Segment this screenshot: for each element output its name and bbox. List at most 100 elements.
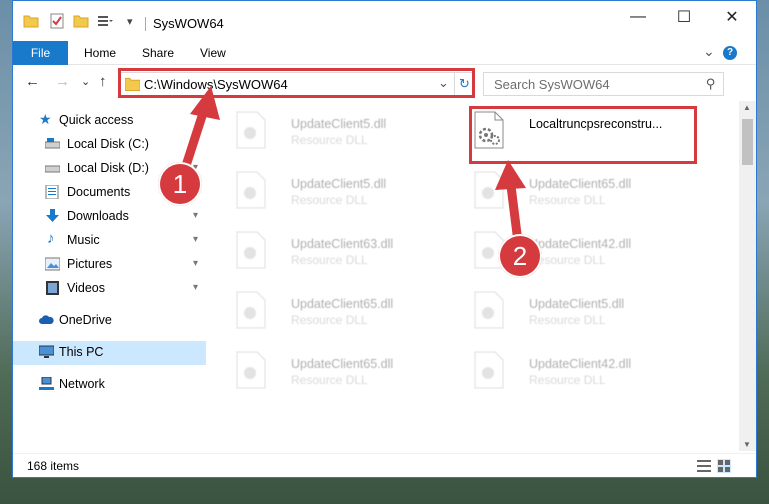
sidebar-item-label: OneDrive bbox=[59, 313, 112, 327]
sidebar-item-local-disk-c[interactable]: Local Disk (C:) ▾ bbox=[13, 133, 206, 155]
pictures-icon bbox=[45, 257, 60, 271]
dll-file-icon bbox=[236, 291, 266, 329]
sidebar-item-quick-access[interactable]: ★ Quick access bbox=[13, 109, 206, 131]
forward-button[interactable]: → bbox=[55, 73, 70, 90]
search-input[interactable]: Search SysWOW64 bbox=[494, 77, 610, 92]
dll-file-icon bbox=[236, 171, 266, 209]
scrollbar-thumb[interactable] bbox=[742, 119, 753, 165]
file-type: Resource DLL bbox=[291, 373, 368, 387]
file-item[interactable]: UpdateClient5.dll Resource DLL bbox=[456, 287, 676, 337]
sidebar-item-network[interactable]: Network bbox=[13, 373, 206, 395]
file-item[interactable]: UpdateClient42.dll Resource DLL bbox=[456, 227, 676, 277]
sidebar-item-label: Network bbox=[59, 377, 105, 391]
sidebar-item-music[interactable]: ♪ Music ▾ bbox=[13, 229, 206, 251]
close-button[interactable]: ✕ bbox=[707, 1, 757, 33]
file-type: Resource DLL bbox=[291, 253, 368, 267]
music-icon: ♪ bbox=[47, 230, 55, 247]
tab-view[interactable]: View bbox=[200, 41, 226, 65]
sidebar-item-videos[interactable]: Videos ▾ bbox=[13, 277, 206, 299]
file-type: Resource DLL bbox=[529, 373, 606, 387]
sidebar-item-label: Pictures bbox=[67, 257, 113, 271]
folder-icon[interactable] bbox=[23, 13, 39, 29]
sidebar-item-onedrive[interactable]: OneDrive bbox=[13, 309, 206, 331]
maximize-button[interactable]: ☐ bbox=[659, 1, 709, 33]
sidebar-item-label: This PC bbox=[59, 345, 104, 359]
customize-toolbar-dropdown[interactable]: ▾ bbox=[127, 15, 133, 28]
dll-file-icon bbox=[474, 171, 504, 209]
pin-icon: ▾ bbox=[193, 258, 199, 269]
file-item[interactable]: UpdateClient42.dll Resource DLL bbox=[456, 347, 676, 397]
title-separator bbox=[145, 17, 146, 31]
sidebar-item-this-pc[interactable]: This PC bbox=[13, 341, 206, 365]
network-icon bbox=[39, 377, 54, 390]
dll-file-icon bbox=[236, 111, 266, 149]
search-icon[interactable]: ⚲ bbox=[706, 76, 716, 92]
file-name: UpdateClient5.dll bbox=[291, 117, 387, 131]
documents-icon bbox=[45, 185, 59, 199]
status-bar: 168 items bbox=[13, 453, 756, 477]
navigation-pane: ★ Quick access Local Disk (C:) ▾ Local D… bbox=[13, 101, 206, 451]
minimize-button[interactable]: — bbox=[613, 1, 663, 33]
file-name: UpdateClient65.dll bbox=[529, 177, 632, 191]
file-item[interactable]: UpdateClient65.dll Resource DLL bbox=[218, 347, 438, 397]
tab-share[interactable]: Share bbox=[142, 41, 174, 65]
properties-icon[interactable] bbox=[49, 13, 65, 29]
step-1-badge: 1 bbox=[158, 162, 202, 206]
vertical-scrollbar[interactable]: ▲ ▼ bbox=[739, 101, 756, 451]
ribbon-tabs: File Home Share View ⌄ ? bbox=[13, 41, 756, 65]
file-item[interactable]: UpdateClient5.dll Resource DLL bbox=[218, 107, 438, 157]
new-folder-icon[interactable] bbox=[73, 13, 89, 29]
file-item[interactable]: UpdateClient65.dll Resource DLL bbox=[218, 287, 438, 337]
sidebar-item-label: Videos bbox=[67, 281, 105, 295]
sidebar-item-label: Downloads bbox=[67, 209, 129, 223]
tab-home[interactable]: Home bbox=[84, 41, 116, 65]
dll-file-icon bbox=[474, 291, 504, 329]
details-view-icon[interactable] bbox=[697, 459, 711, 473]
pin-icon: ▾ bbox=[193, 138, 199, 149]
file-name: UpdateClient65.dll bbox=[291, 357, 394, 371]
file-type: Resource DLL bbox=[291, 313, 368, 327]
back-button[interactable]: ← bbox=[25, 73, 40, 90]
large-icons-view-icon[interactable] bbox=[717, 459, 731, 473]
scroll-down-icon[interactable]: ▼ bbox=[743, 440, 751, 449]
sidebar-item-label: Music bbox=[67, 233, 100, 247]
tab-file[interactable]: File bbox=[13, 41, 68, 65]
file-type: Resource DLL bbox=[529, 193, 606, 207]
view-options-icon[interactable] bbox=[97, 13, 113, 29]
sidebar-item-pictures[interactable]: Pictures ▾ bbox=[13, 253, 206, 275]
file-item[interactable]: UpdateClient5.dll Resource DLL bbox=[218, 167, 438, 217]
file-item[interactable]: UpdateClient65.dll Resource DLL bbox=[456, 167, 676, 217]
sidebar-item-label: Documents bbox=[67, 185, 131, 199]
onedrive-icon bbox=[39, 315, 54, 324]
file-name: UpdateClient5.dll bbox=[291, 177, 387, 191]
sidebar-item-label: Local Disk (C:) bbox=[67, 137, 149, 151]
file-name: UpdateClient63.dll bbox=[291, 237, 394, 251]
star-icon: ★ bbox=[39, 111, 52, 127]
dll-file-icon bbox=[474, 351, 504, 389]
file-type: Resource DLL bbox=[291, 133, 368, 147]
downloads-icon bbox=[46, 209, 59, 222]
window-title: SysWOW64 bbox=[153, 16, 224, 31]
file-highlight bbox=[469, 106, 697, 164]
file-name: UpdateClient5.dll bbox=[529, 297, 625, 311]
search-box[interactable]: Search SysWOW64 ⚲ bbox=[483, 72, 724, 96]
step-2-badge: 2 bbox=[498, 234, 542, 278]
sidebar-item-label: Quick access bbox=[59, 113, 134, 127]
file-type: Resource DLL bbox=[291, 193, 368, 207]
address-bar-highlight bbox=[118, 68, 475, 98]
scroll-up-icon[interactable]: ▲ bbox=[743, 103, 751, 112]
recent-locations-button[interactable]: ⌄ bbox=[81, 75, 90, 88]
drive-icon bbox=[45, 165, 60, 173]
file-item[interactable]: UpdateClient63.dll Resource DLL bbox=[218, 227, 438, 277]
file-name: UpdateClient42.dll bbox=[529, 357, 632, 371]
file-name: UpdateClient42.dll bbox=[529, 237, 632, 251]
videos-icon bbox=[46, 281, 59, 295]
up-button[interactable]: ↑ bbox=[99, 73, 107, 90]
item-count: 168 items bbox=[27, 459, 80, 473]
file-name: UpdateClient65.dll bbox=[291, 297, 394, 311]
help-icon[interactable]: ? bbox=[723, 46, 737, 60]
ribbon-expand-icon[interactable]: ⌄ bbox=[703, 43, 715, 60]
dll-file-icon bbox=[236, 351, 266, 389]
drive-icon bbox=[45, 138, 60, 149]
sidebar-item-downloads[interactable]: Downloads ▾ bbox=[13, 205, 206, 227]
